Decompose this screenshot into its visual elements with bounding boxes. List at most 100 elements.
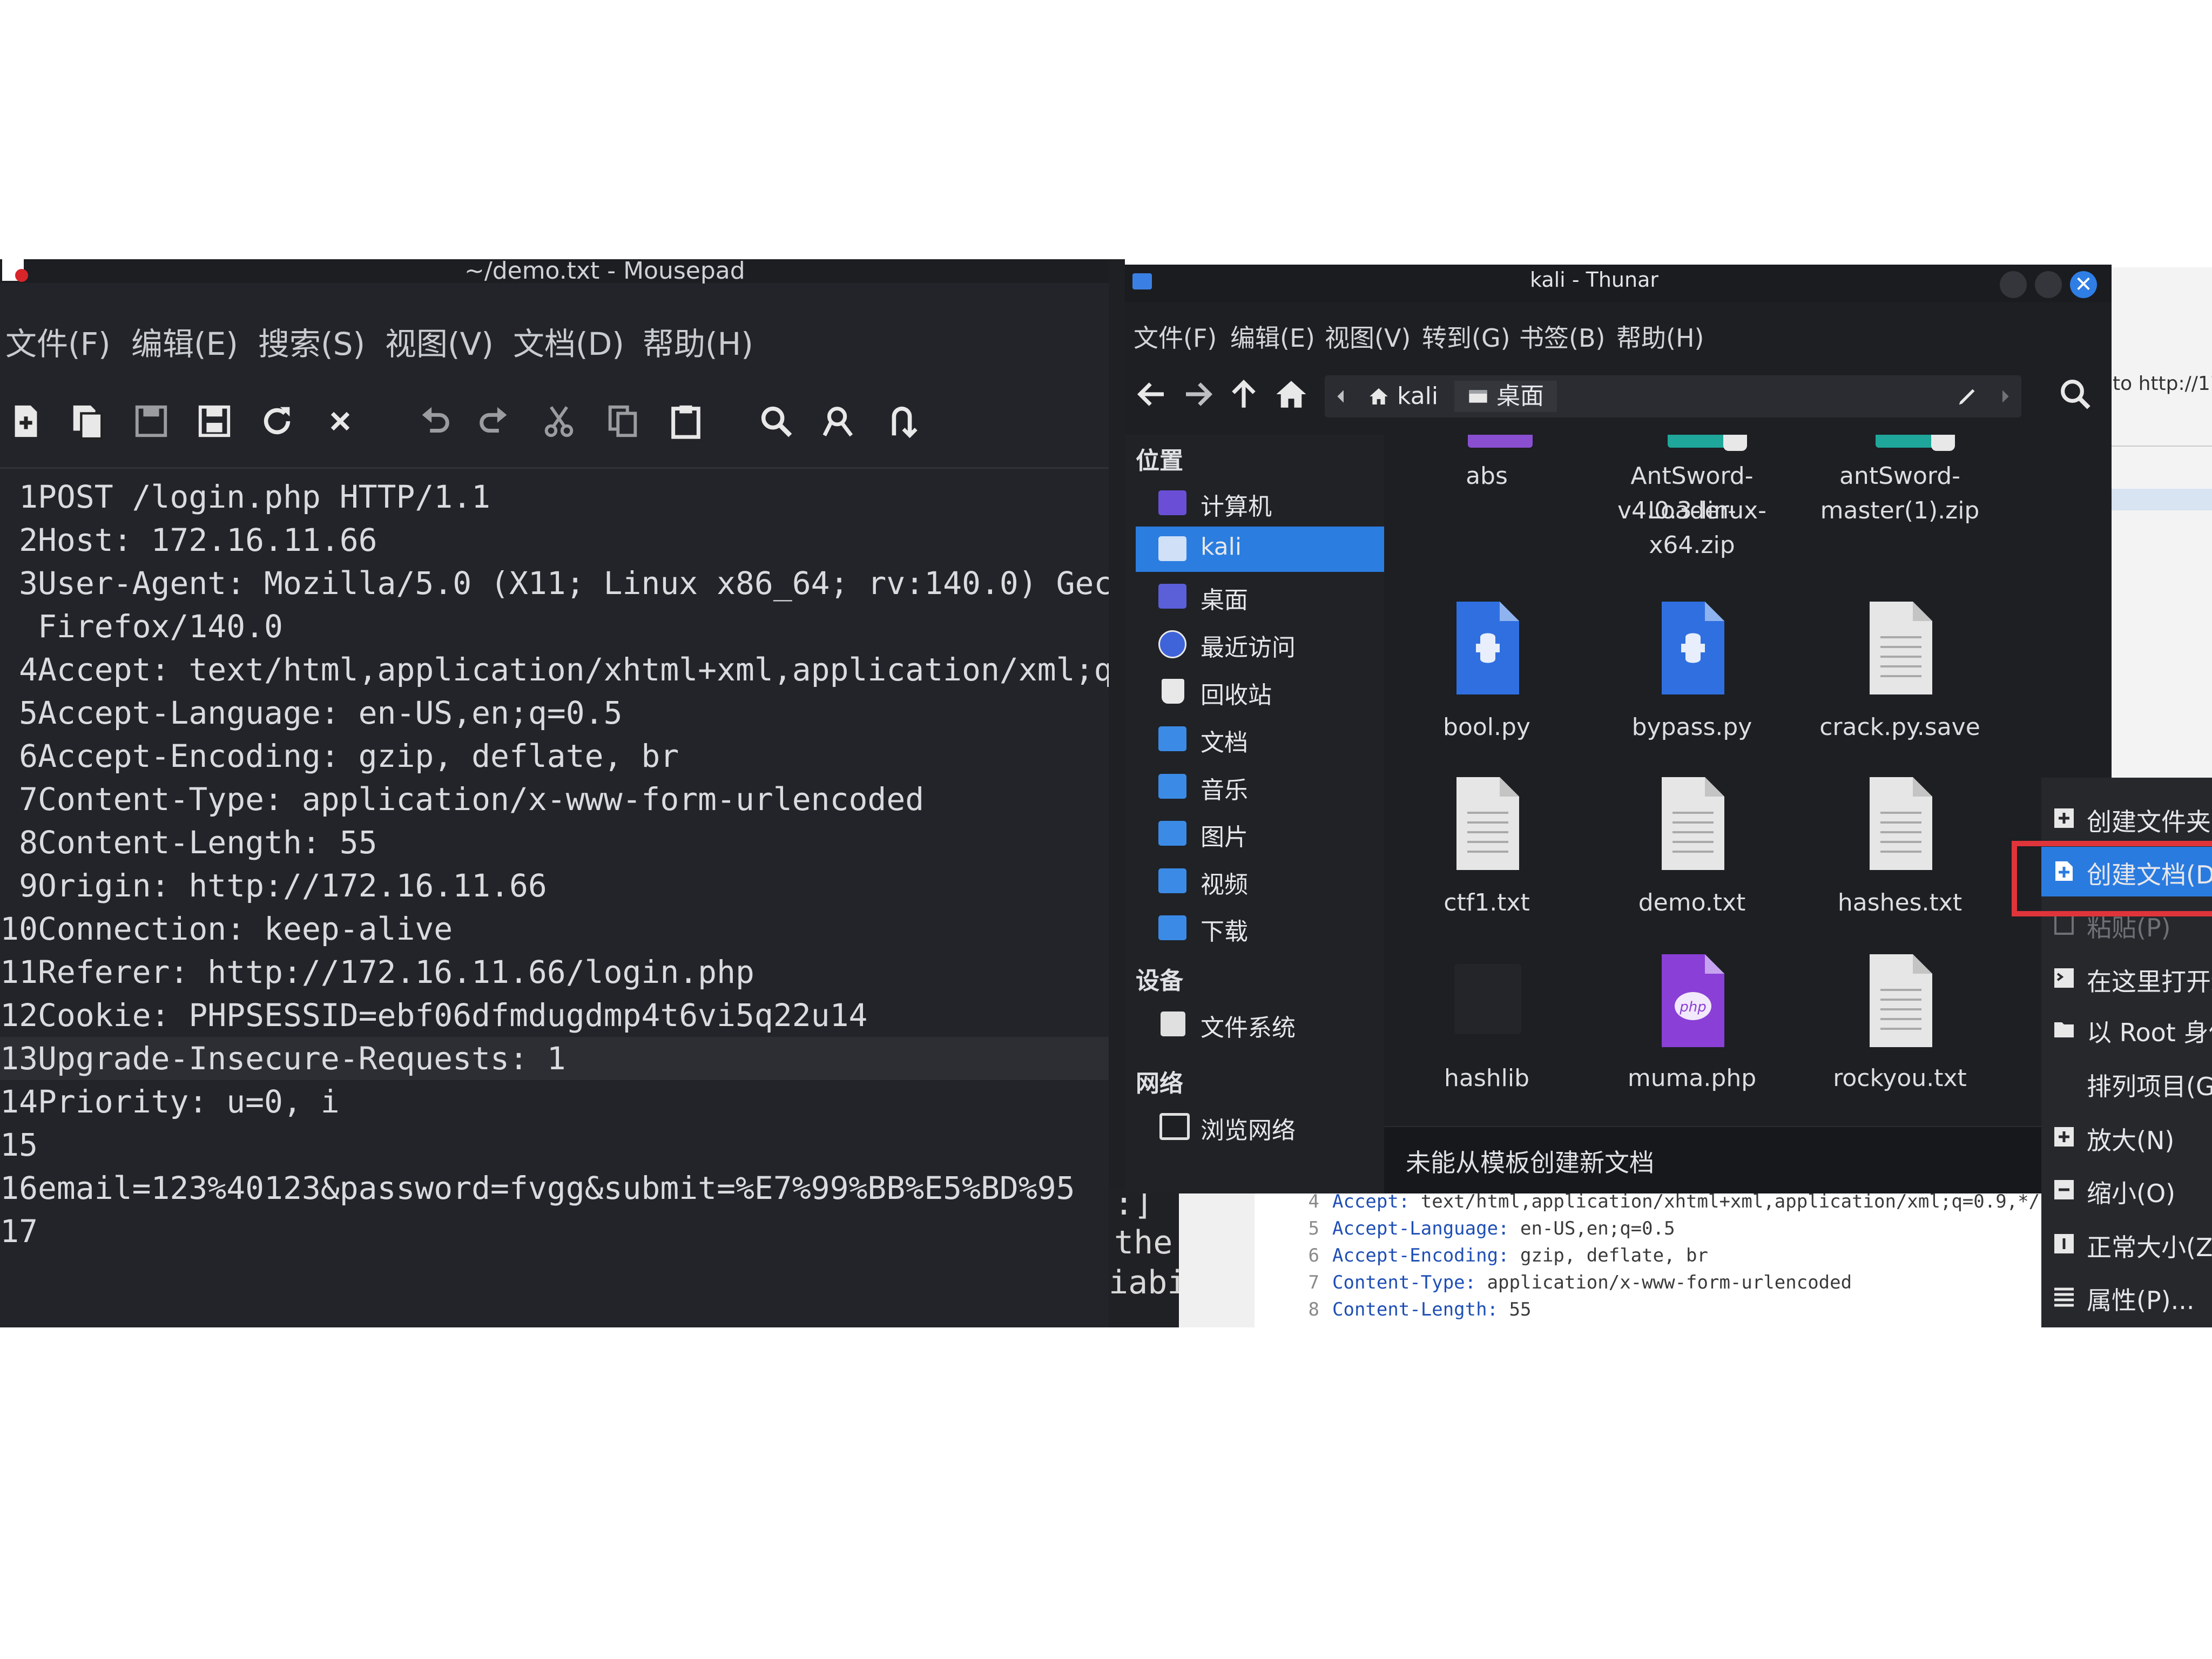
reload-icon[interactable] <box>255 397 299 446</box>
sidebar-item-trash[interactable]: 回收站 <box>1136 669 1384 714</box>
sidebar-item-videos[interactable]: 视频 <box>1136 859 1384 904</box>
file-label: master(1).zip <box>1820 497 1980 524</box>
menu-item-properties[interactable]: 属性(P)... <box>2041 1272 2212 1322</box>
file-item-hashlib[interactable]: hashlib <box>1384 953 1589 1115</box>
back-arrow-icon[interactable] <box>1130 370 1174 419</box>
mousepad-toolbar <box>0 397 1109 456</box>
up-arrow-icon[interactable] <box>1222 370 1265 419</box>
find-replace-icon[interactable] <box>817 397 860 446</box>
menu-file[interactable]: 文件(F) <box>1134 319 1217 354</box>
menu-bookmarks[interactable]: 书签(B) <box>1519 319 1605 354</box>
file-item-demo-txt[interactable]: demo.txt <box>1589 775 1795 937</box>
editor-line: 8Content-Length: 55 <box>19 824 377 861</box>
file-item-bypass-py[interactable]: bypass.py <box>1589 599 1795 761</box>
menu-item-zoom-out[interactable]: 缩小(O) <box>2041 1165 2212 1215</box>
editor-line: 9Origin: http://172.16.11.66 <box>19 867 547 904</box>
text-file-icon <box>1870 954 1932 1047</box>
file-item-abs[interactable]: abs <box>1384 435 1589 575</box>
sidebar-item-music[interactable]: 音乐 <box>1136 764 1384 810</box>
find-icon[interactable] <box>754 397 798 446</box>
save-icon[interactable] <box>130 397 173 446</box>
file-label: rockyou.txt <box>1833 1064 1967 1092</box>
sidebar-item-label: 文档 <box>1201 729 1248 757</box>
cut-icon[interactable] <box>537 397 581 446</box>
new-document-icon[interactable] <box>4 397 48 446</box>
file-label: demo.txt <box>1638 889 1746 916</box>
sidebar-item-recent[interactable]: 最近访问 <box>1136 622 1384 667</box>
file-view[interactable]: abs AntSword-Loader- v4.0.3-linux- x64.z… <box>1384 435 2112 1126</box>
menu-help[interactable]: 帮助(H) <box>643 319 753 364</box>
sidebar-item-pictures[interactable]: 图片 <box>1136 811 1384 857</box>
redo-icon[interactable] <box>473 397 516 446</box>
menu-item-normal-size[interactable]: 正常大小(Z) <box>2041 1219 2212 1269</box>
sidebar-item-kali[interactable]: kali <box>1136 527 1384 572</box>
minimize-button[interactable] <box>2000 271 2027 298</box>
folder-icon <box>1468 435 1533 448</box>
browser-divider <box>2106 446 2212 447</box>
new-window-icon[interactable] <box>66 397 109 446</box>
menu-file[interactable]: 文件(F) <box>5 319 111 364</box>
sidebar-item-filesystem[interactable]: 文件系统 <box>1136 1002 1384 1047</box>
thunar-titlebar[interactable]: kali - Thunar ✕ <box>1125 265 2112 302</box>
archive-badge-icon <box>1723 435 1747 451</box>
search-icon[interactable] <box>2054 370 2097 419</box>
thunar-menubar: 文件(F) 编辑(E) 视图(V) 转到(G) 书签(B) 帮助(H) <box>1125 319 2112 356</box>
paste-icon[interactable] <box>664 397 707 446</box>
file-item-muma-php[interactable]: php muma.php <box>1589 953 1795 1115</box>
sidebar-item-desktop[interactable]: 桌面 <box>1136 574 1384 619</box>
path-scroll-left-icon[interactable] <box>1325 372 1357 421</box>
goto-icon[interactable] <box>880 397 923 446</box>
file-item-hashes-txt[interactable]: hashes.txt <box>1797 775 2002 937</box>
menu-go[interactable]: 转到(G) <box>1422 319 1510 354</box>
menu-item-open-as-root[interactable]: 以 Root 身份 <box>2041 1004 2212 1054</box>
maximize-button[interactable] <box>2035 271 2062 298</box>
menu-view[interactable]: 视图(V) <box>385 319 494 364</box>
close-button[interactable]: ✕ <box>2070 271 2097 298</box>
home-icon[interactable] <box>1270 370 1313 419</box>
file-label: hashes.txt <box>1837 889 1963 916</box>
file-item-crack-py-save[interactable]: crack.py.save <box>1797 599 2002 761</box>
menu-item-arrange-items[interactable]: 排列项目(G) <box>2041 1058 2212 1108</box>
background-window-edge <box>1109 259 1125 1327</box>
file-item-bool-py[interactable]: bool.py <box>1384 599 1589 761</box>
pictures-folder-icon <box>1158 821 1186 846</box>
path-scroll-right-icon[interactable] <box>1992 372 2019 421</box>
status-bar: 未能从模板创建新文档 <box>1384 1126 2112 1193</box>
copy-icon[interactable] <box>601 397 644 446</box>
forward-arrow-icon[interactable] <box>1176 370 1219 419</box>
text-editor[interactable]: 1POST /login.php HTTP/1.1 2Host: 172.16.… <box>0 475 1109 1327</box>
sidebar-item-documents[interactable]: 文档 <box>1136 717 1384 762</box>
file-item-antsword-loader[interactable]: AntSword-Loader- v4.0.3-linux- x64.zip <box>1589 435 1795 575</box>
sidebar-item-browse-network[interactable]: 浏览网络 <box>1136 1104 1384 1150</box>
file-label: bool.py <box>1443 713 1530 741</box>
menu-view[interactable]: 视图(V) <box>1325 319 1411 354</box>
undo-icon[interactable] <box>413 397 456 446</box>
menu-search[interactable]: 搜索(S) <box>258 319 365 364</box>
sidebar-item-computer[interactable]: 计算机 <box>1136 481 1384 526</box>
file-item-rockyou-txt[interactable]: rockyou.txt <box>1797 953 2002 1115</box>
menu-edit[interactable]: 编辑(E) <box>1230 319 1315 354</box>
browser-highlight-row <box>2106 489 2212 510</box>
path-crumb-desktop[interactable]: 桌面 <box>1454 381 1557 412</box>
file-item-ctf1-txt[interactable]: ctf1.txt <box>1384 775 1589 937</box>
file-label: ctf1.txt <box>1444 889 1530 916</box>
menu-document[interactable]: 文档(D) <box>513 319 624 364</box>
file-label: crack.py.save <box>1819 713 1980 741</box>
file-item-antsword-master[interactable]: antSword- master(1).zip <box>1797 435 2002 575</box>
menu-help[interactable]: 帮助(H) <box>1616 319 1704 354</box>
menu-item-open-terminal[interactable]: 在这里打开终 <box>2041 954 2212 1003</box>
save-as-icon[interactable] <box>193 397 236 446</box>
sidebar-item-downloads[interactable]: 下载 <box>1136 906 1384 951</box>
path-crumb-home[interactable]: kali <box>1368 381 1438 412</box>
close-icon[interactable] <box>319 397 362 446</box>
mousepad-titlebar[interactable]: ~/demo.txt - Mousepad <box>0 259 1109 285</box>
menu-edit[interactable]: 编辑(E) <box>131 319 238 364</box>
python-file-icon <box>1456 602 1519 694</box>
menu-item-create-folder[interactable]: 创建文件夹( <box>2041 794 2212 844</box>
file-label: muma.php <box>1627 1064 1757 1092</box>
menu-item-label: 在这里打开终 <box>2087 967 2212 996</box>
background-browser-window: to http://172. <box>2106 267 2212 786</box>
menu-item-zoom-in[interactable]: 放大(N) <box>2041 1112 2212 1162</box>
sidebar-item-label: 文件系统 <box>1201 1014 1296 1042</box>
edit-path-icon[interactable] <box>1946 372 1989 421</box>
